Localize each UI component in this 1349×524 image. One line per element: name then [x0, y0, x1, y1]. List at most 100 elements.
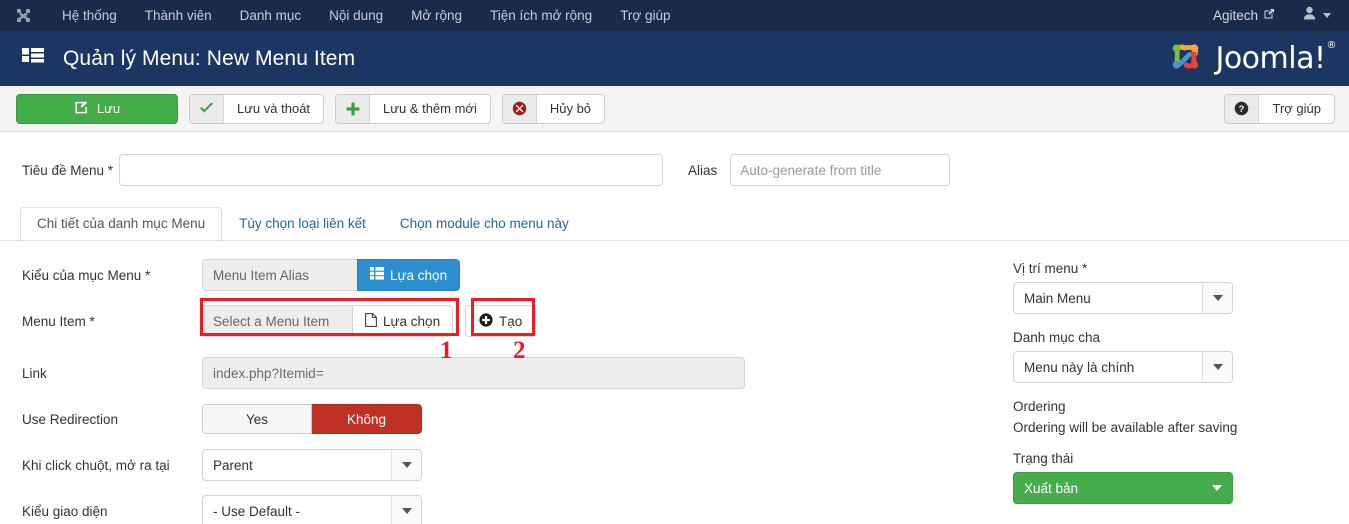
link-label: Link: [22, 365, 47, 381]
use-redirection-label: Use Redirection: [22, 411, 119, 427]
target-window-select[interactable]: Parent: [202, 449, 422, 481]
nav-item-help[interactable]: Trợ giúp: [606, 0, 684, 31]
grid-list-icon: [370, 267, 384, 283]
use-redirection-toggle: Yes Không: [202, 404, 422, 434]
field-link: Link index.php?Itemid=: [22, 357, 1006, 389]
joomla-wordmark: Joomla!®: [1215, 40, 1336, 76]
alias-input[interactable]: [730, 154, 951, 186]
menu-item-create-button[interactable]: Tạo: [465, 305, 537, 337]
use-redirection-yes-option[interactable]: Yes: [202, 404, 312, 434]
status-select[interactable]: Xuất bản: [1013, 472, 1233, 504]
use-redirection-control: Yes Không: [202, 404, 422, 434]
joomla-j-icon[interactable]: [14, 7, 32, 25]
parent-item-value: Menu này là chính: [1024, 359, 1135, 375]
help-button-label: Trợ giúp: [1272, 101, 1321, 116]
chevron-down-icon: [1323, 13, 1331, 18]
chevron-down-icon: [391, 450, 421, 480]
field-parent-item: Danh mục cha Menu này là chính: [1013, 330, 1349, 383]
chevron-down-icon: [1202, 473, 1232, 503]
tab-module-assignment[interactable]: Chọn module cho menu này: [383, 207, 586, 242]
joomla-logo: Joomla!®: [1165, 36, 1336, 82]
plus-icon: [336, 94, 371, 123]
menu-item-type-control: Menu Item Alias Lựa chọn: [202, 259, 461, 291]
nav-label: Nội dung: [329, 8, 384, 23]
menu-item-type-label: Kiểu của mục Menu *: [22, 267, 151, 283]
svg-text:?: ?: [1239, 104, 1245, 114]
status-value: Xuất bản: [1024, 480, 1079, 496]
site-link[interactable]: Agitech: [1213, 8, 1289, 23]
menu-location-label: Vị trí menu *: [1013, 261, 1088, 276]
nav-label: Danh mục: [239, 8, 302, 23]
menu-item-combo: Select a Menu Item Lựa chọn: [202, 305, 453, 337]
user-menu-button[interactable]: [1289, 6, 1339, 25]
form-right-column: Vị trí menu * Main Menu Danh mục cha Men…: [1006, 259, 1349, 524]
tab-bottom-border: [0, 240, 1349, 241]
alias-label: Alias: [688, 162, 718, 178]
question-circle-icon: ?: [1225, 94, 1260, 123]
nav-label: Thành viên: [144, 8, 212, 23]
external-link-icon: [1263, 8, 1275, 23]
form-panes: Kiểu của mục Menu * Menu Item Alias Lựa …: [0, 242, 1349, 524]
page-header-bar: Quản lý Menu: New Menu Item Joomla!®: [0, 31, 1349, 86]
save-pencil-icon: [74, 100, 89, 118]
ordering-help-text: Ordering will be available after saving: [1013, 420, 1238, 435]
chevron-down-icon: [1202, 352, 1232, 382]
option-label: Yes: [245, 411, 269, 427]
field-ordering: Ordering Ordering will be available afte…: [1013, 399, 1349, 435]
menu-item-type-combo: Menu Item Alias Lựa chọn: [202, 259, 461, 291]
menu-title-label: Tiêu đề Menu *: [22, 162, 114, 178]
nav-label: Hệ thống: [62, 8, 117, 23]
nav-item-extend[interactable]: Mở rộng: [397, 0, 476, 31]
menu-item-select-label: Lựa chọn: [383, 313, 441, 329]
toolbar-right-group: ? Trợ giúp: [1224, 93, 1335, 124]
save-and-new-button[interactable]: Lưu & thêm mới: [335, 93, 491, 124]
plus-circle-icon: [479, 312, 493, 330]
option-label: Không: [346, 411, 387, 427]
help-button[interactable]: ? Trợ giúp: [1224, 93, 1335, 124]
template-style-label: Kiểu giao diện: [22, 503, 108, 519]
nav-item-extensions[interactable]: Tiện ích mở rộng: [476, 0, 606, 31]
save-button[interactable]: Lưu: [16, 93, 178, 124]
file-icon: [365, 312, 377, 330]
target-window-label: Khi click chuột, mở ra tại: [22, 457, 170, 473]
menu-item-type-select-button[interactable]: Lựa chọn: [357, 259, 461, 291]
template-style-control: - Use Default -: [202, 495, 422, 524]
menu-item-type-value: Menu Item Alias: [202, 259, 357, 291]
menu-title-input[interactable]: [119, 154, 663, 186]
save-and-new-label: Lưu & thêm mới: [383, 101, 477, 116]
top-nav-right-group: Agitech: [1213, 0, 1339, 31]
template-style-select[interactable]: - Use Default -: [202, 495, 422, 524]
tab-link-type-options[interactable]: Tùy chọn loại liên kết: [222, 207, 383, 242]
template-style-value: - Use Default -: [213, 503, 301, 519]
form-left-column: Kiểu của mục Menu * Menu Item Alias Lựa …: [0, 259, 1006, 524]
chevron-down-icon: [1202, 283, 1232, 313]
nav-item-system[interactable]: Hệ thống: [48, 0, 131, 31]
page-title: Quản lý Menu: New Menu Item: [63, 46, 356, 70]
save-and-close-button[interactable]: Lưu và thoát: [189, 93, 325, 124]
title-alias-row: Tiêu đề Menu * Alias: [0, 132, 1349, 186]
nav-item-categories[interactable]: Danh mục: [226, 0, 316, 31]
target-window-value: Parent: [213, 457, 253, 473]
user-avatar-icon: [1303, 6, 1316, 25]
chevron-down-icon: [391, 496, 421, 524]
nav-item-members[interactable]: Thành viên: [131, 0, 226, 31]
joomla-wordmark-text: Joomla!: [1215, 41, 1326, 76]
parent-item-select[interactable]: Menu này là chính: [1013, 351, 1233, 383]
check-icon: [190, 94, 224, 123]
menu-item-label: Menu Item *: [22, 313, 95, 329]
nav-item-content[interactable]: Nội dung: [315, 0, 397, 31]
cancel-button[interactable]: Hủy bỏ: [501, 93, 606, 124]
nav-label: Tiện ích mở rộng: [490, 8, 593, 23]
use-redirection-no-option[interactable]: Không: [312, 404, 422, 434]
field-target-window: Khi click chuột, mở ra tại Parent: [22, 449, 1006, 481]
joomla-mark-icon: [1165, 36, 1206, 82]
main-content-area: Tiêu đề Menu * Alias Chi tiết của danh m…: [0, 132, 1349, 524]
site-name-label: Agitech: [1212, 8, 1258, 23]
menu-location-select[interactable]: Main Menu: [1013, 282, 1233, 314]
field-menu-item: Menu Item * Select a Menu Item Lựa chọn: [22, 305, 1006, 337]
ordering-label: Ordering: [1013, 399, 1066, 414]
cancel-circle-icon: [502, 94, 537, 123]
menu-item-select-button[interactable]: Lựa chọn: [352, 305, 453, 337]
tab-menu-item-details[interactable]: Chi tiết của danh mục Menu: [20, 207, 223, 242]
tab-bar: Chi tiết của danh mục Menu Tùy chọn loại…: [20, 207, 1349, 242]
